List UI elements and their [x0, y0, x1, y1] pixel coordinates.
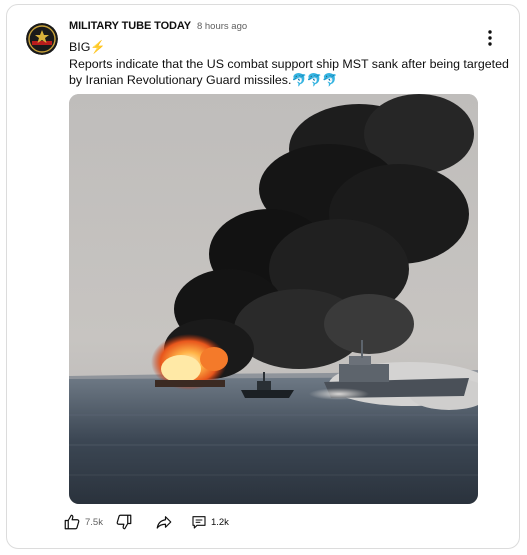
dislike-button[interactable] [115, 513, 133, 531]
comments-button[interactable]: 1.2k [191, 514, 229, 530]
thumbs-up-icon [64, 514, 80, 530]
like-button[interactable]: 7.5k [63, 513, 103, 531]
post-image[interactable] [69, 94, 478, 504]
burning-ship-photo [69, 94, 478, 504]
post-text: BIG⚡ Reports indicate that the US combat… [69, 39, 509, 89]
post-timestamp[interactable]: 8 hours ago [197, 21, 247, 32]
post-actions-bar: 7.5k 1.2k [63, 511, 229, 533]
like-count: 7.5k [85, 516, 103, 528]
post-body: Reports indicate that the US combat supp… [69, 56, 509, 88]
comment-icon [192, 516, 206, 529]
channel-name[interactable]: MILITARY TUBE TODAY [69, 20, 191, 32]
channel-avatar[interactable] [26, 23, 58, 55]
thumbs-down-icon [116, 514, 132, 530]
share-icon [156, 516, 172, 529]
share-button[interactable] [155, 513, 173, 531]
post-headline: BIG⚡ [69, 40, 106, 54]
comment-count: 1.2k [210, 516, 229, 528]
community-post-card: MILITARY TUBE TODAY 8 hours ago BIG⚡ Rep… [6, 4, 520, 549]
post-header: MILITARY TUBE TODAY 8 hours ago [69, 20, 247, 36]
channel-logo [26, 23, 58, 55]
